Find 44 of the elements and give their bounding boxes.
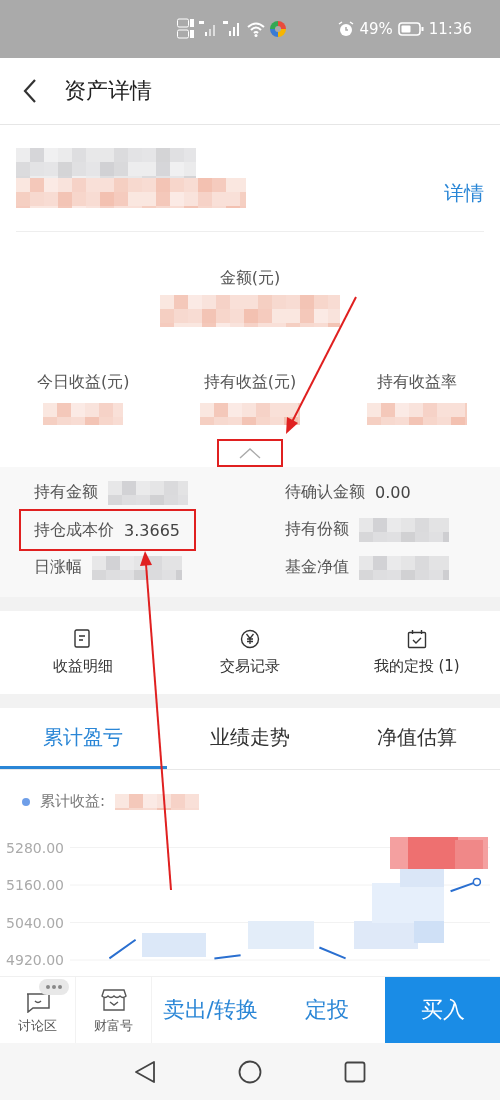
hd-icon <box>177 18 195 40</box>
metric-label: 今日收益(元) <box>37 372 130 393</box>
detail-label: 基金净值 <box>285 557 349 578</box>
axis-label: 5040.00 <box>6 914 64 931</box>
detail-label: 持有份额 <box>285 519 349 540</box>
action-button[interactable]: 交易记录 <box>166 611 334 694</box>
detail-value: 0.00 <box>375 483 411 502</box>
legend-label: 累计收益: <box>40 792 106 811</box>
amount-label: 金额(元) <box>219 268 281 289</box>
back-button[interactable] <box>134 1059 156 1084</box>
battery-icon <box>397 22 424 36</box>
detail-label: 持仓成本价 <box>34 519 114 541</box>
detail-label: 日涨幅 <box>34 557 82 578</box>
metric-label: 持有收益率 <box>376 372 457 393</box>
action-button[interactable]: 卖出/转换 <box>152 977 269 1043</box>
action-button[interactable]: 收益明细 <box>0 611 167 694</box>
axis-label: 4920.00 <box>6 952 64 968</box>
calendar-icon <box>406 629 427 649</box>
metric-label: 持有收益(元) <box>203 372 297 393</box>
tab[interactable]: 净值估算 <box>333 708 500 769</box>
recents-button[interactable] <box>344 1060 366 1083</box>
action-button[interactable]: 定投 <box>268 977 385 1043</box>
yen-coin-icon <box>240 629 260 649</box>
detail-value: 3.3665 <box>124 520 180 540</box>
app-icon <box>269 20 287 38</box>
status-time: 11:36 <box>428 20 472 38</box>
buy-button[interactable]: 买入 <box>385 977 500 1043</box>
battery-percent: 49% <box>359 20 393 38</box>
legend-dot-icon <box>22 797 30 806</box>
detail-label: 待确认金额 <box>285 482 365 503</box>
tab[interactable]: 业绩走势 <box>166 708 334 769</box>
detail-link[interactable]: 详情 <box>444 179 484 207</box>
chevron-up-icon <box>239 447 261 459</box>
alarm-icon <box>338 21 355 37</box>
data-point-icon <box>472 877 482 887</box>
page-title: 资产详情 <box>64 77 152 105</box>
axis-label: 5160.00 <box>6 877 64 893</box>
action-button[interactable]: 我的定投 (1) <box>333 611 500 694</box>
tab[interactable]: 累计盈亏 <box>0 708 167 769</box>
wifi-icon <box>247 21 265 37</box>
home-button[interactable] <box>238 1059 262 1084</box>
axis-label: 5280.00 <box>6 839 64 856</box>
detail-label: 持有金额 <box>34 482 98 503</box>
collapse-button[interactable] <box>217 439 283 467</box>
